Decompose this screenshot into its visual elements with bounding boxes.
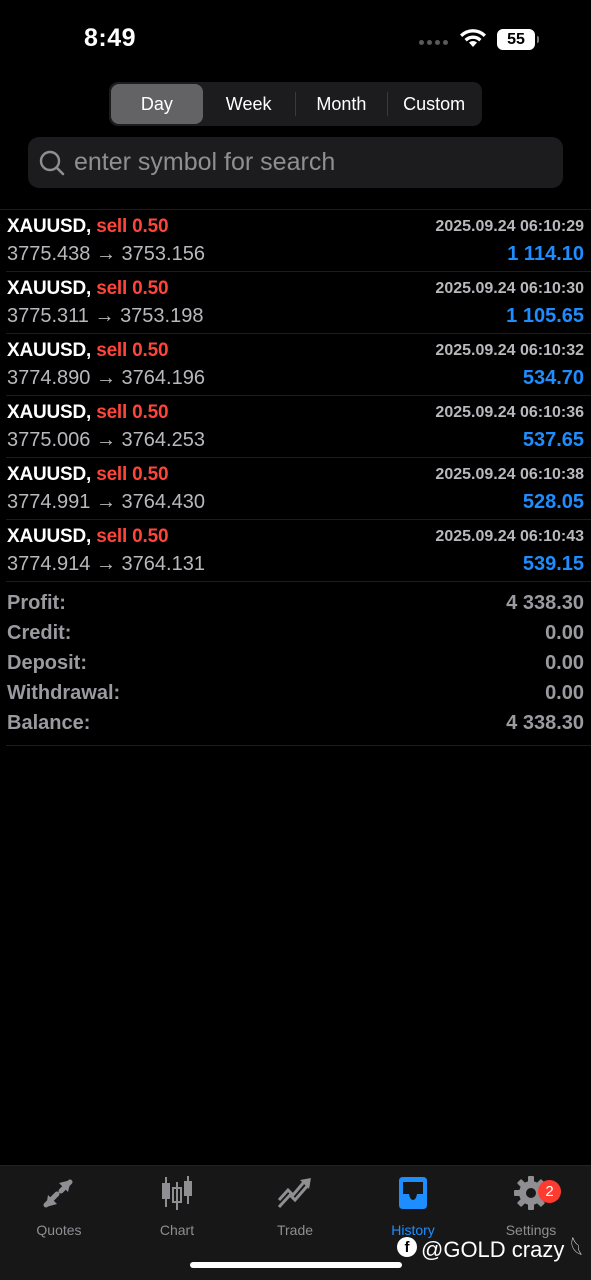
trade-row[interactable]: XAUUSD, sell 0.50 2025.09.24 06:10:30 37… xyxy=(6,272,591,334)
trade-row[interactable]: XAUUSD, sell 0.50 2025.09.24 06:10:32 37… xyxy=(6,334,591,396)
notification-badge: 2 xyxy=(538,1180,561,1203)
open-price: 3774.914 xyxy=(7,553,91,575)
status-time: 8:49 xyxy=(84,24,137,52)
summary-label: Credit: xyxy=(7,622,72,644)
candlestick-icon xyxy=(162,1176,192,1210)
cellular-signal-icon xyxy=(419,40,448,45)
watermark: f @GOLD crazy 𓆩 xyxy=(397,1229,583,1265)
trade-header: XAUUSD, sell 0.50 xyxy=(7,216,169,238)
trade-profit: 528.05 xyxy=(522,491,584,513)
trade-symbol: XAUUSD, xyxy=(7,340,92,361)
trade-type: sell 0.50 xyxy=(96,216,169,237)
summary-label: Withdrawal: xyxy=(7,682,121,704)
trade-time: 2025.09.24 06:10:30 xyxy=(435,280,584,297)
trade-row[interactable]: XAUUSD, sell 0.50 2025.09.24 06:10:43 37… xyxy=(6,520,591,582)
trade-row[interactable]: XAUUSD, sell 0.50 2025.09.24 06:10:29 37… xyxy=(6,210,591,272)
trade-symbol: XAUUSD, xyxy=(7,216,92,237)
close-price: 3764.196 xyxy=(121,367,205,389)
trade-type: sell 0.50 xyxy=(96,526,169,547)
close-price: 3764.253 xyxy=(121,429,205,451)
tab-custom[interactable]: Custom xyxy=(388,84,480,124)
trade-symbol: XAUUSD, xyxy=(7,402,92,423)
summary-label: Balance: xyxy=(7,712,91,734)
close-price: 3753.198 xyxy=(120,305,204,327)
home-indicator[interactable] xyxy=(190,1262,402,1268)
summary-row-profit: Profit: 4 338.30 xyxy=(6,589,591,619)
trade-profit: 534.70 xyxy=(522,367,584,389)
trade-prices: 3775.311 → 3753.198 xyxy=(7,305,204,327)
search-bar[interactable] xyxy=(28,137,563,188)
account-summary: Profit: 4 338.30 Credit: 0.00 Deposit: 0.00… xyxy=(6,589,591,746)
summary-row-deposit: Deposit: 0.00 xyxy=(6,649,591,679)
trade-symbol: XAUUSD, xyxy=(7,464,92,485)
quotes-icon xyxy=(43,1179,73,1208)
summary-label: Profit: xyxy=(7,592,66,614)
trade-header: XAUUSD, sell 0.50 xyxy=(7,278,169,300)
trade-time: 2025.09.24 06:10:32 xyxy=(435,342,584,359)
summary-row-balance: Balance: 4 338.30 xyxy=(6,709,591,739)
summary-row-credit: Credit: 0.00 xyxy=(6,619,591,649)
trade-header: XAUUSD, sell 0.50 xyxy=(7,464,169,486)
tab-label: Quotes xyxy=(36,1222,82,1238)
trade-profit: 1 114.10 xyxy=(507,243,584,265)
summary-row-withdrawal: Withdrawal: 0.00 xyxy=(6,679,591,709)
period-segmented-control: Day Week Month Custom xyxy=(109,82,482,126)
tab-chart[interactable]: Chart xyxy=(122,1174,232,1238)
tab-label: Trade xyxy=(276,1222,314,1238)
trade-prices: 3775.006 → 3764.253 xyxy=(7,429,205,451)
summary-value: 4 338.30 xyxy=(506,592,584,614)
tab-day[interactable]: Day xyxy=(111,84,203,124)
trade-time: 2025.09.24 06:10:43 xyxy=(435,528,584,545)
search-input[interactable] xyxy=(74,148,563,177)
battery-indicator: 55 xyxy=(497,29,539,50)
close-price: 3764.131 xyxy=(121,553,205,575)
trade-prices: 3774.991 → 3764.430 xyxy=(7,491,205,513)
open-price: 3774.991 xyxy=(7,491,91,513)
summary-value: 0.00 xyxy=(545,652,584,674)
summary-value: 4 338.30 xyxy=(506,712,584,734)
trade-type: sell 0.50 xyxy=(96,402,169,423)
trade-row[interactable]: XAUUSD, sell 0.50 2025.09.24 06:10:36 37… xyxy=(6,396,591,458)
wifi-icon xyxy=(460,29,486,47)
trade-time: 2025.09.24 06:10:29 xyxy=(435,218,584,235)
tab-trade[interactable]: Trade xyxy=(240,1174,350,1238)
trade-prices: 3775.438 → 3753.156 xyxy=(7,243,205,265)
open-price: 3775.438 xyxy=(7,243,91,265)
watermark-text: @GOLD crazy 𓆩 xyxy=(421,1237,583,1262)
facebook-icon: f xyxy=(397,1237,417,1257)
trade-profit: 537.65 xyxy=(522,429,584,451)
search-icon xyxy=(39,150,65,175)
open-price: 3775.311 xyxy=(7,305,89,327)
trade-time: 2025.09.24 06:10:36 xyxy=(435,404,584,421)
close-price: 3764.430 xyxy=(121,491,205,513)
trade-header: XAUUSD, sell 0.50 xyxy=(7,340,169,362)
tab-label: Chart xyxy=(159,1222,195,1238)
trade-symbol: XAUUSD, xyxy=(7,278,92,299)
trade-header: XAUUSD, sell 0.50 xyxy=(7,402,169,424)
trade-header: XAUUSD, sell 0.50 xyxy=(7,526,169,548)
trade-type: sell 0.50 xyxy=(96,340,169,361)
tab-month[interactable]: Month xyxy=(296,84,388,124)
trade-type: sell 0.50 xyxy=(96,278,169,299)
trade-prices: 3774.890 → 3764.196 xyxy=(7,367,205,389)
trade-type: sell 0.50 xyxy=(96,464,169,485)
inbox-icon xyxy=(399,1177,427,1209)
open-price: 3774.890 xyxy=(7,367,91,389)
trade-symbol: XAUUSD, xyxy=(7,526,92,547)
trade-row[interactable]: XAUUSD, sell 0.50 2025.09.24 06:10:38 37… xyxy=(6,458,591,520)
trade-history-list: XAUUSD, sell 0.50 2025.09.24 06:10:29 37… xyxy=(0,209,591,582)
trade-icon xyxy=(277,1178,311,1209)
close-price: 3753.156 xyxy=(121,243,205,265)
summary-label: Deposit: xyxy=(7,652,87,674)
trade-profit: 1 105.65 xyxy=(506,305,584,327)
trade-profit: 539.15 xyxy=(522,553,584,575)
tab-quotes[interactable]: Quotes xyxy=(4,1174,114,1238)
summary-value: 0.00 xyxy=(545,622,584,644)
trade-prices: 3774.914 → 3764.131 xyxy=(7,553,205,575)
summary-value: 0.00 xyxy=(545,682,584,704)
tab-week[interactable]: Week xyxy=(203,84,295,124)
open-price: 3775.006 xyxy=(7,429,91,451)
trade-time: 2025.09.24 06:10:38 xyxy=(435,466,584,483)
